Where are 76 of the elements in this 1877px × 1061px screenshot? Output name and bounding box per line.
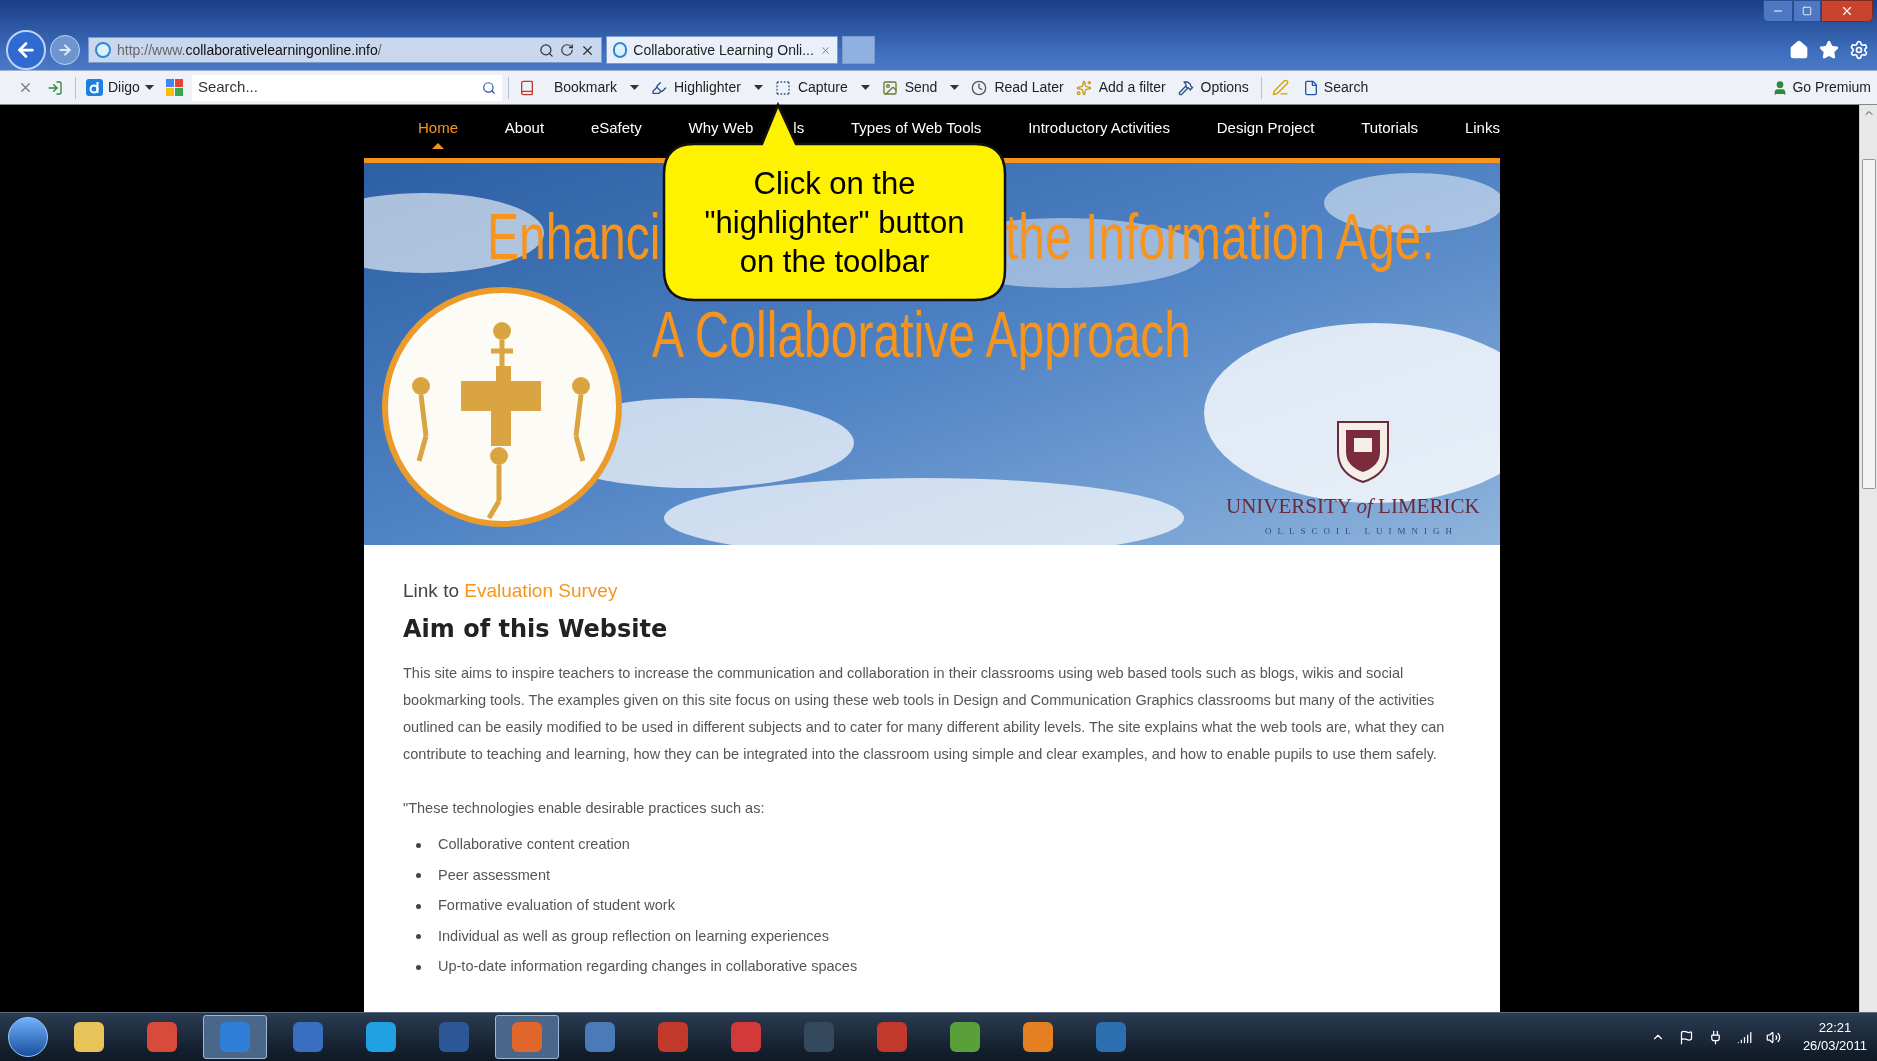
link-label: Link to bbox=[403, 580, 459, 601]
image-icon[interactable] bbox=[881, 79, 898, 96]
toolbar-button[interactable]: Options bbox=[1200, 77, 1249, 98]
nav-tab[interactable]: Introductory Activities bbox=[1028, 114, 1170, 149]
forward-arrow-icon[interactable] bbox=[57, 42, 73, 58]
restore-icon[interactable] bbox=[1802, 6, 1812, 16]
forward-button[interactable] bbox=[50, 35, 80, 65]
dropdown-caret[interactable] bbox=[629, 84, 639, 91]
minimize-button[interactable] bbox=[1763, 0, 1793, 22]
toolbar-button[interactable]: Highlighter bbox=[673, 77, 741, 98]
book-icon[interactable] bbox=[518, 79, 535, 96]
search-field[interactable]: Search... bbox=[191, 74, 502, 101]
scrollbar[interactable] bbox=[1859, 105, 1877, 1012]
bullet-text: Collaborative content creation bbox=[438, 835, 630, 855]
volume-icon[interactable] bbox=[1765, 1029, 1781, 1045]
close-toolbar-icon[interactable] bbox=[18, 80, 33, 95]
page-icon bbox=[95, 42, 111, 58]
star-icon[interactable] bbox=[1819, 40, 1839, 60]
search-icon[interactable] bbox=[481, 80, 496, 95]
flag-icon[interactable] bbox=[1678, 1029, 1694, 1045]
premium-button[interactable]: Go Premium bbox=[1792, 77, 1871, 98]
dropdown-caret[interactable] bbox=[950, 84, 960, 91]
nav-tab[interactable]: Design Project bbox=[1216, 114, 1315, 149]
dashed-square-icon[interactable] bbox=[774, 79, 791, 96]
clock-time: 22:21 bbox=[1818, 1019, 1852, 1037]
browser-tab[interactable]: Collaborative Learning Onli... bbox=[606, 36, 838, 64]
caret-icon[interactable] bbox=[144, 84, 154, 91]
colored-squares-icon[interactable] bbox=[165, 78, 186, 97]
bullet-text: Peer assessment bbox=[438, 865, 551, 885]
clock-icon[interactable] bbox=[971, 79, 988, 96]
clock[interactable]: 22:21 26/03/2011 bbox=[1802, 1019, 1867, 1055]
toolbar-button[interactable]: Send bbox=[904, 77, 938, 98]
logo-icon[interactable] bbox=[86, 79, 103, 96]
settings-icon[interactable] bbox=[1849, 40, 1869, 60]
restore-button[interactable] bbox=[1793, 0, 1821, 22]
home-icon[interactable] bbox=[1789, 40, 1809, 60]
search-icon[interactable] bbox=[539, 42, 554, 58]
highlighter-icon[interactable] bbox=[650, 79, 667, 96]
toolbar-button[interactable]: Capture bbox=[797, 77, 848, 98]
nav-tab[interactable]: Links bbox=[1464, 114, 1500, 149]
refresh-icon[interactable] bbox=[560, 43, 574, 57]
panel-icon[interactable] bbox=[47, 79, 63, 96]
scrollbar-thumb[interactable] bbox=[1861, 159, 1876, 489]
diigo-menu[interactable]: Diigo bbox=[108, 77, 154, 98]
close-button[interactable] bbox=[1821, 0, 1873, 22]
nav-tab[interactable]: eSafety bbox=[590, 114, 642, 149]
search-button[interactable]: Search bbox=[1323, 77, 1369, 98]
university-subtitle: OLLSCOIL LUIMNIGH bbox=[1265, 527, 1458, 536]
bullet-text: Up-to-date information regarding changes in collaborative spaces bbox=[438, 957, 858, 977]
section-heading: Aim of this Website bbox=[403, 614, 669, 644]
document-icon[interactable] bbox=[1302, 79, 1319, 96]
signal-icon[interactable] bbox=[1736, 1029, 1752, 1045]
callout-text: Click on the "highlighter" button on the toolbar bbox=[704, 164, 965, 281]
nav-tab[interactable]: About bbox=[504, 114, 545, 149]
marker-icon[interactable] bbox=[1271, 79, 1289, 96]
page-icon bbox=[613, 42, 628, 58]
tab-title: Collaborative Learning Onli... bbox=[633, 40, 814, 60]
tool-icon[interactable] bbox=[1177, 79, 1194, 96]
nav-tab[interactable]: Types of Web Tools bbox=[851, 114, 982, 149]
dropdown-caret[interactable] bbox=[860, 84, 870, 91]
nav-tab[interactable]: Why Web ls bbox=[688, 114, 805, 149]
toolbar-button[interactable]: Add a filter bbox=[1098, 77, 1166, 98]
close-icon[interactable] bbox=[1840, 4, 1854, 18]
clock-date: 26/03/2011 bbox=[1802, 1037, 1867, 1055]
back-button[interactable] bbox=[6, 30, 46, 70]
nav-tab[interactable]: Home bbox=[418, 114, 458, 149]
toolbar-button[interactable]: Read Later bbox=[994, 77, 1064, 98]
address-field[interactable]: http://www.collaborativelearningonline.info/ bbox=[88, 37, 602, 63]
intro-text: "These technologies enable desirable practices such as: bbox=[403, 799, 766, 818]
body-paragraph: This site aims to inspire teachers to increase the communication and collaboration in their classrooms using web based tools such as blogs, wikis and social bookmarking tools. The examples given on this site focus on using these web tools in Design and Communication Graphics classrooms but many of the activities outlined can be easily modified to be used in different subjects and to cater for many different ability levels. The site explains what the web tools are, what they can contribute to teaching and learning, how they can be integrated into the classroom using simple and clear examples, and how to enable pupils to use them safely. bbox=[403, 664, 1446, 764]
bullet-text: Formative evaluation of student work bbox=[438, 896, 675, 916]
nav-tab[interactable]: Tutorials bbox=[1361, 114, 1419, 149]
bullet-text: Individual as well as group reflection on learning experiences bbox=[438, 926, 829, 946]
dropdown-caret[interactable] bbox=[753, 84, 763, 91]
toolbar-button[interactable]: Bookmark bbox=[553, 77, 617, 98]
start-button[interactable] bbox=[8, 1017, 48, 1057]
